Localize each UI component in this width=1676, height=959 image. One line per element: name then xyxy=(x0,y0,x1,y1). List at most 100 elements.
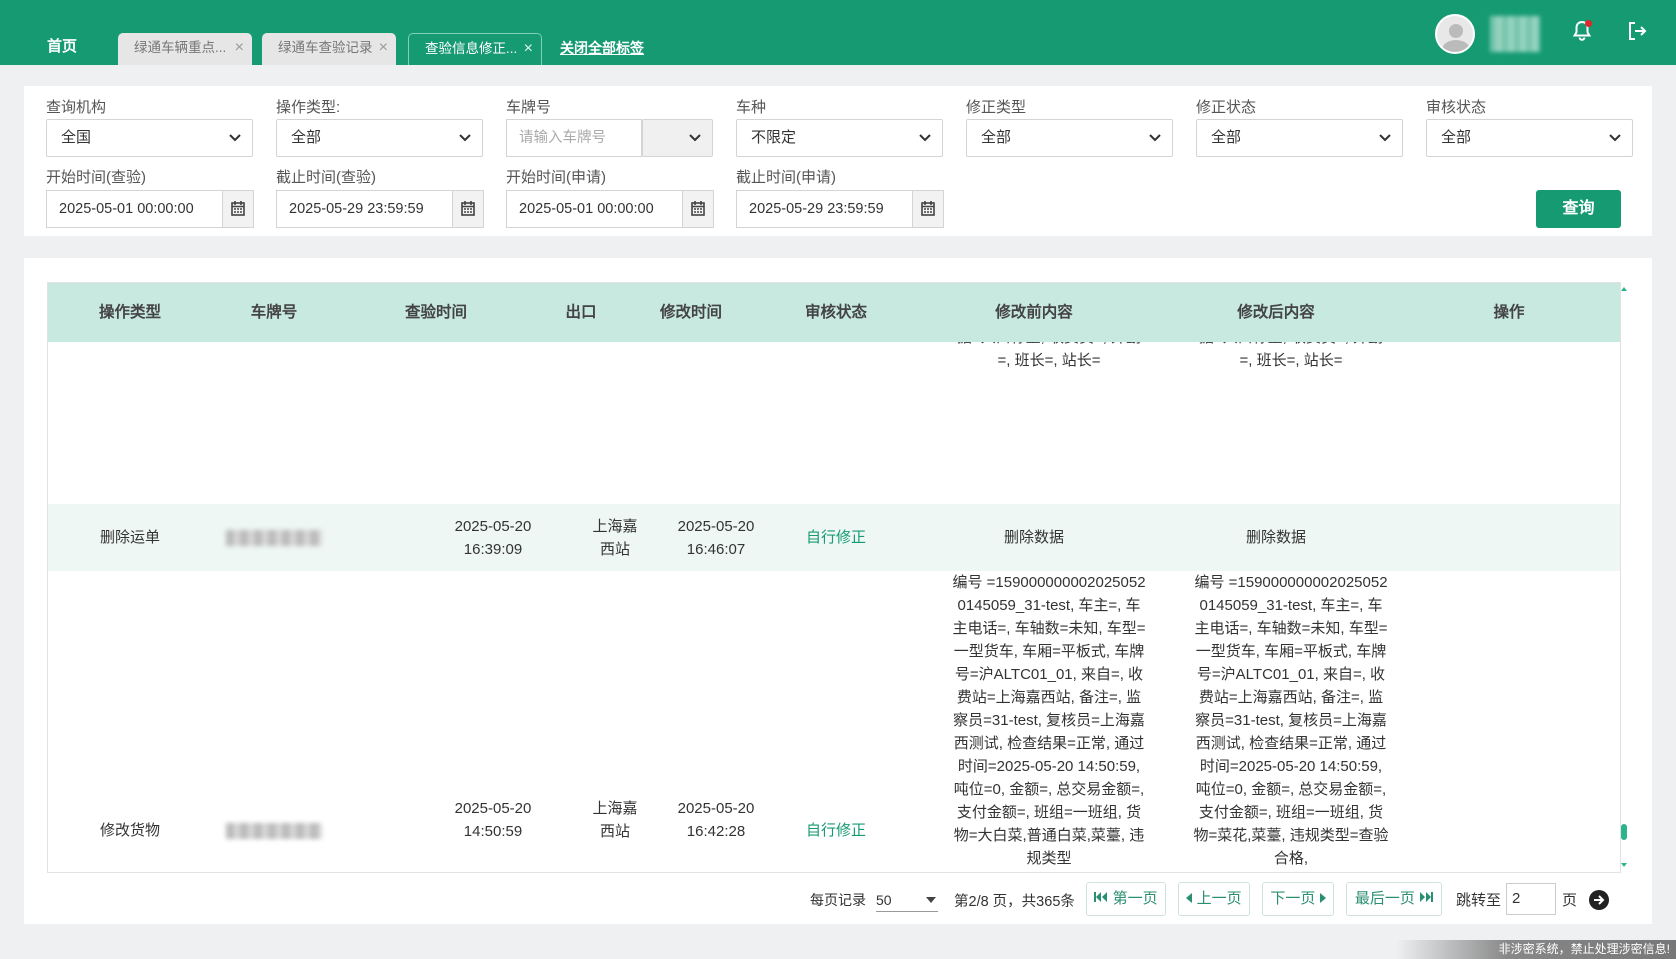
start-check-input[interactable]: 2025-05-01 00:00:00 xyxy=(46,190,223,228)
end-check-label: 截止时间(查验) xyxy=(276,169,376,186)
jump-page-input[interactable]: 2 xyxy=(1506,883,1556,915)
tab-home[interactable]: 首页 xyxy=(36,36,88,58)
fix-status-select[interactable]: 全部 xyxy=(1196,119,1403,157)
table-row[interactable]: 修改货物 2025-05-20 14:50:59 上海嘉西站 2025-05-2… xyxy=(48,571,1620,872)
audit-status-select[interactable]: 全部 xyxy=(1426,119,1633,157)
row-check-time: 2025-05-20 14:50:59 xyxy=(454,800,532,840)
plate-input[interactable]: 请输入车牌号 xyxy=(506,119,642,157)
op-type-value: 全部 xyxy=(291,129,322,146)
vehicle-type-value: 不限定 xyxy=(751,129,797,146)
tab-green-vehicle-records[interactable]: 绿通车查验记录 × xyxy=(262,33,396,65)
chevron-down-icon xyxy=(1149,134,1161,142)
row-audit-status: 自行修正 xyxy=(805,529,866,546)
avatar[interactable] xyxy=(1435,14,1475,54)
table-scrollbar[interactable] xyxy=(1620,282,1628,873)
caret-down-icon xyxy=(926,897,936,903)
close-icon[interactable]: × xyxy=(235,33,244,63)
per-page-label: 每页记录 xyxy=(810,892,866,908)
col-plate: 车牌号 xyxy=(250,304,298,321)
first-page-label: 第一页 xyxy=(1112,890,1158,907)
audit-status-label: 审核状态 xyxy=(1426,99,1487,116)
prev-page-label: 上一页 xyxy=(1196,890,1242,907)
op-type-label: 操作类型: xyxy=(276,99,341,116)
fix-type-label: 修正类型 xyxy=(966,99,1027,116)
end-apply-input[interactable]: 2025-05-29 23:59:59 xyxy=(736,190,913,228)
per-page-select[interactable]: 50 xyxy=(876,888,938,912)
row-before-content: 编号 =1590000000020250520145059_31-test, 车… xyxy=(952,574,1146,867)
row-plate xyxy=(212,504,336,571)
table-header: 操作类型 车牌号 查验时间 出口 修改时间 审核状态 修改前内容 修改后内容 操… xyxy=(48,283,1620,342)
tab-label: 查验信息修正... xyxy=(425,41,518,56)
bell-icon[interactable] xyxy=(1570,19,1594,43)
op-type-select[interactable]: 全部 xyxy=(276,119,483,157)
row-check-time: 2025-05-20 16:39:09 xyxy=(454,517,532,558)
chevron-down-icon xyxy=(919,134,931,142)
col-exit: 出口 xyxy=(565,304,597,321)
calendar-icon[interactable] xyxy=(222,190,254,228)
row-plate xyxy=(212,819,336,842)
col-check-time: 查验时间 xyxy=(404,304,467,321)
row-after-content: =G017666678946777937846357525775698416, … xyxy=(1199,342,1383,369)
jump-label: 跳转至 xyxy=(1456,892,1502,909)
chevron-down-icon xyxy=(1379,134,1391,142)
col-modify-time: 修改时间 xyxy=(659,304,722,321)
last-page-icon xyxy=(1420,892,1434,902)
row-op-type: 删除运单 xyxy=(99,529,160,546)
fix-status-label: 修正状态 xyxy=(1196,99,1257,116)
close-icon[interactable]: × xyxy=(379,33,388,63)
row-after-content: 编号 =1590000000020250520145059_31-test, 车… xyxy=(1193,574,1389,867)
prev-page-button[interactable]: 上一页 xyxy=(1178,882,1250,916)
row-modify-time: 2025-05-20 16:42:28 xyxy=(677,799,755,840)
per-page-value: 50 xyxy=(876,892,892,908)
close-all-tabs-link[interactable]: 关闭全部标签 xyxy=(560,38,644,58)
calendar-icon[interactable] xyxy=(452,190,484,228)
vehicle-type-select[interactable]: 不限定 xyxy=(736,119,943,157)
end-check-input[interactable]: 2025-05-29 23:59:59 xyxy=(276,190,453,228)
logout-icon[interactable] xyxy=(1625,19,1649,43)
tab-green-vehicle-focus[interactable]: 绿通车辆重点... × xyxy=(118,33,252,65)
scrollbar-thumb[interactable] xyxy=(1621,824,1627,840)
chevron-down-icon xyxy=(459,134,471,142)
next-page-button[interactable]: 下一页 xyxy=(1262,882,1334,916)
fix-status-value: 全部 xyxy=(1211,129,1242,146)
first-page-button[interactable]: 第一页 xyxy=(1086,882,1166,916)
close-icon[interactable]: × xyxy=(524,34,533,64)
security-notice: 非涉密系统，禁止处理涉密信息! xyxy=(1396,940,1676,959)
col-after: 修改后内容 xyxy=(1237,304,1315,321)
tab-label: 绿通车查验记录 xyxy=(278,40,373,55)
row-audit-status: 自行修正 xyxy=(805,822,866,839)
query-button[interactable]: 查询 xyxy=(1536,190,1621,228)
calendar-icon[interactable] xyxy=(682,190,714,228)
row-modify-time: 2025-05-20 16:46:07 xyxy=(677,517,755,558)
org-select[interactable]: 全国 xyxy=(46,119,253,157)
org-value: 全国 xyxy=(61,129,92,146)
org-label: 查询机构 xyxy=(46,99,107,116)
table-row[interactable]: =G017666678946777937846357525775698416, … xyxy=(48,342,1620,504)
plate-color-select[interactable] xyxy=(642,119,713,157)
tab-check-info-correction[interactable]: 查验信息修正... × xyxy=(408,33,542,65)
last-page-button[interactable]: 最后一页 xyxy=(1346,882,1442,916)
avatar-head xyxy=(1449,24,1463,38)
page-summary: 第2/8 页，共365条 xyxy=(954,894,1075,910)
start-apply-input[interactable]: 2025-05-01 00:00:00 xyxy=(506,190,683,228)
fix-type-select[interactable]: 全部 xyxy=(966,119,1173,157)
page-suffix: 页 xyxy=(1562,892,1578,909)
caret-right-icon xyxy=(1319,893,1326,903)
end-apply-label: 截止时间(申请) xyxy=(736,169,836,186)
caret-left-icon xyxy=(1186,893,1193,903)
plate-label: 车牌号 xyxy=(506,99,552,116)
start-apply-label: 开始时间(申请) xyxy=(506,169,606,186)
table-row[interactable]: 删除运单 2025-05-20 16:39:09 上海嘉西站 2025-05-2… xyxy=(48,504,1620,571)
last-page-label: 最后一页 xyxy=(1354,890,1415,907)
go-arrow-icon[interactable] xyxy=(1589,890,1609,910)
plate-redacted xyxy=(226,529,322,546)
top-navigation-bar: 首页 绿通车辆重点... × 绿通车查验记录 × 查验信息修正... × 关闭全… xyxy=(0,0,1676,65)
row-op-type: 修改货物 xyxy=(99,822,160,839)
notification-dot xyxy=(1585,20,1592,27)
vehicle-type-label: 车种 xyxy=(736,99,767,116)
next-page-label: 下一页 xyxy=(1270,890,1316,907)
chevron-down-icon xyxy=(689,134,701,142)
avatar-body xyxy=(1442,40,1470,52)
calendar-icon[interactable] xyxy=(912,190,944,228)
tab-label: 绿通车辆重点... xyxy=(134,40,227,55)
